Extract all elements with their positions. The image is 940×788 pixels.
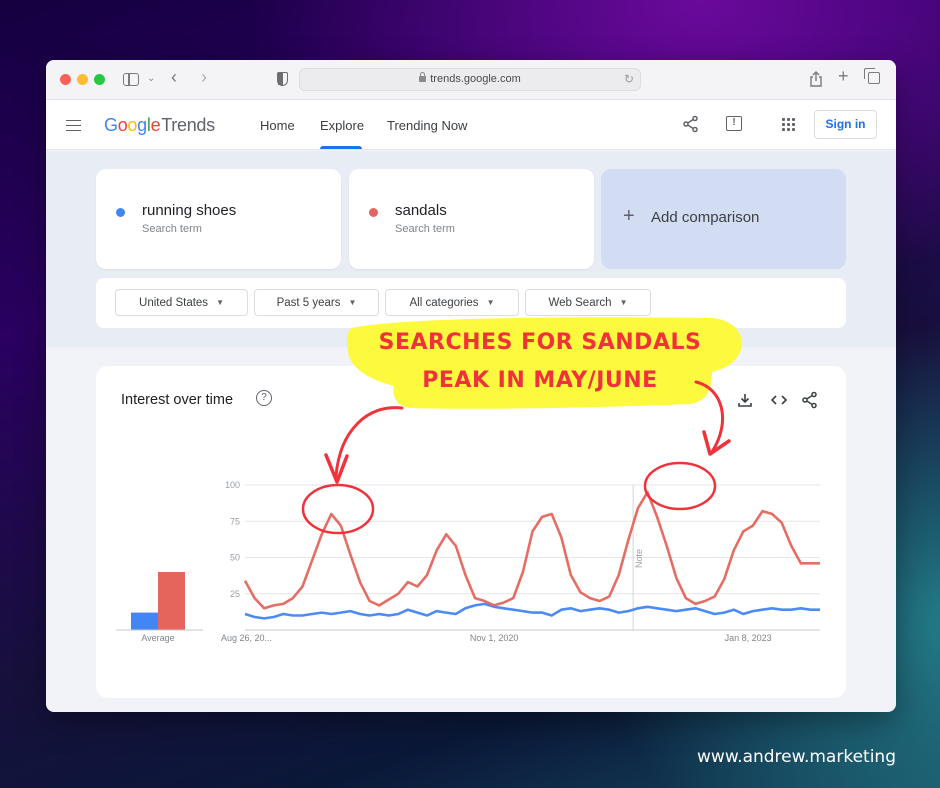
average-bar-running-shoes bbox=[131, 612, 158, 630]
y-tick-label: 25 bbox=[230, 589, 240, 599]
y-tick-label: 50 bbox=[230, 553, 240, 563]
y-tick-label: 100 bbox=[225, 480, 240, 490]
average-bar-sandals bbox=[158, 572, 185, 630]
y-tick-label: 75 bbox=[230, 516, 240, 526]
x-tick-label: Nov 1, 2020 bbox=[470, 633, 519, 643]
x-tick-label: Aug 26, 20... bbox=[221, 633, 272, 643]
x-tick-label: Jan 8, 2023 bbox=[725, 633, 772, 643]
footer-website: www.andrew.marketing bbox=[697, 747, 896, 767]
average-bars: Average bbox=[116, 572, 203, 643]
x-axis-labels: Aug 26, 20... Nov 1, 2020 Jan 8, 2023 bbox=[221, 633, 772, 643]
average-label: Average bbox=[141, 633, 174, 643]
note-label: Note bbox=[634, 549, 644, 568]
interest-chart: Average 25 50 75 100 Note Aug 26, 20... Nov 1… bbox=[116, 480, 820, 643]
series-line-sandals bbox=[243, 491, 820, 610]
series-line-running-shoes bbox=[244, 602, 820, 620]
chart-series bbox=[243, 491, 820, 620]
